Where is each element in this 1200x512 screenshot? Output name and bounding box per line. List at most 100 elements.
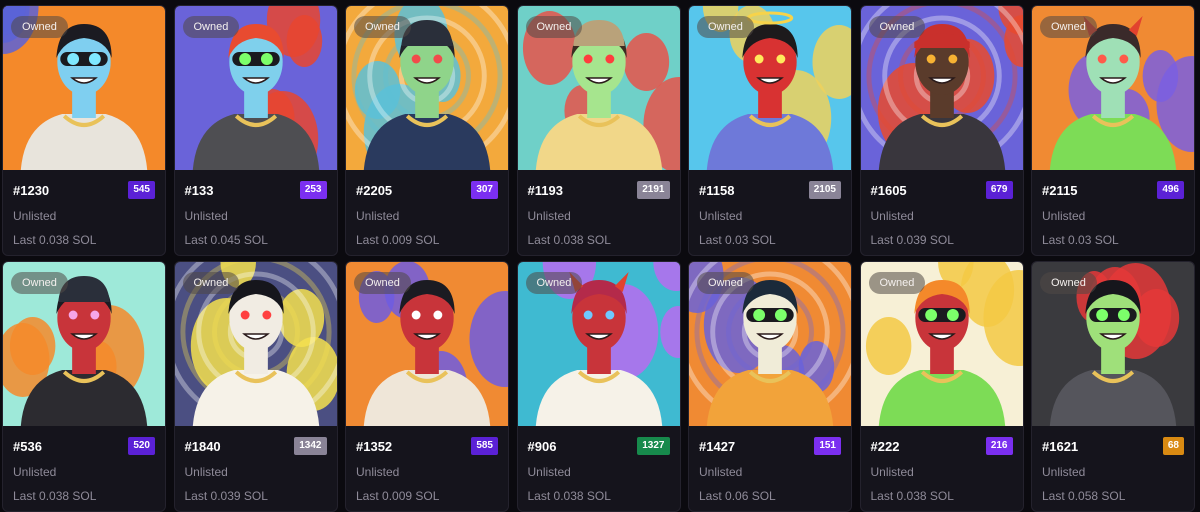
nft-card[interactable]: Owned #906 1327 Unlisted Last 0.038 SOL — [516, 261, 681, 512]
owned-badge: Owned — [697, 272, 754, 294]
card-header-row: #133 253 — [185, 180, 327, 200]
listing-status: Unlisted — [13, 465, 57, 479]
nft-number: #1840 — [184, 438, 221, 454]
card-info: #2115 496 Unlisted Last 0.03 SOL — [1032, 180, 1194, 247]
listing-status: Unlisted — [356, 209, 400, 223]
nft-card[interactable]: Owned #1427 151 Unlisted Last 0.06 SOL — [688, 261, 852, 512]
card-info: #2205 307 Unlisted Last 0.009 SOL — [346, 180, 508, 247]
card-header-row: #1230 545 — [13, 180, 155, 200]
owned-badge: Owned — [868, 272, 926, 294]
nft-number: #2205 — [356, 182, 393, 198]
card-info: #1193 2191 Unlisted Last 0.038 SOL — [518, 180, 680, 247]
owned-badge: Owned — [697, 16, 754, 38]
listing-status: Unlisted — [699, 465, 743, 479]
owned-badge: Owned — [1040, 16, 1097, 38]
nft-number: #1427 — [699, 438, 736, 454]
card-info: #1840 1342 Unlisted Last 0.039 SOL — [175, 436, 337, 503]
card-info: #1427 151 Unlisted Last 0.06 SOL — [689, 436, 851, 503]
nft-card[interactable]: Owned #222 216 Unlisted Last 0.038 SOL — [859, 261, 1024, 512]
nft-card[interactable]: Owned #1230 545 Unlisted Last 0.038 SOL — [2, 5, 166, 256]
listing-status: Unlisted — [699, 209, 743, 223]
last-sale-price: Last 0.038 SOL — [870, 489, 954, 503]
listing-status: Unlisted — [184, 209, 228, 223]
rank-badge: 307 — [471, 181, 498, 199]
card-info: #1605 679 Unlisted Last 0.039 SOL — [861, 180, 1023, 247]
nft-number: #1605 — [870, 182, 907, 198]
last-sale-price: Last 0.03 SOL — [699, 233, 776, 247]
rank-badge: 253 — [299, 181, 327, 199]
nft-card[interactable]: Owned #1840 1342 Unlisted Last 0.039 SOL — [173, 261, 338, 512]
last-sale-price: Last 0.045 SOL — [184, 233, 268, 247]
rank-badge: 216 — [985, 437, 1013, 455]
nft-card[interactable]: Owned #2205 307 Unlisted Last 0.009 SOL — [345, 5, 509, 256]
card-header-row: #1158 2105 — [699, 180, 841, 200]
nft-number: #1621 — [1042, 438, 1079, 454]
last-sale-price: Last 0.038 SOL — [13, 489, 97, 503]
listing-status: Unlisted — [13, 209, 57, 223]
nft-card[interactable]: Owned #1605 679 Unlisted Last 0.039 SOL — [859, 5, 1024, 256]
nft-card[interactable]: Owned #133 253 Unlisted Last 0.045 SOL — [173, 5, 338, 256]
card-header-row: #1427 151 — [699, 436, 841, 456]
card-header-row: #906 1327 — [528, 436, 670, 456]
owned-badge: Owned — [182, 16, 240, 38]
nft-card[interactable]: Owned #536 520 Unlisted Last 0.038 SOL — [2, 261, 166, 512]
rank-badge: 1342 — [294, 437, 327, 455]
card-info: #133 253 Unlisted Last 0.045 SOL — [175, 180, 337, 247]
nft-card[interactable]: Owned #2115 496 Unlisted Last 0.03 SOL — [1031, 5, 1195, 256]
nft-number: #2115 — [1042, 182, 1078, 198]
card-header-row: #2115 496 — [1042, 180, 1184, 200]
last-sale-price: Last 0.06 SOL — [699, 489, 776, 503]
card-info: #906 1327 Unlisted Last 0.038 SOL — [518, 436, 680, 503]
listing-status: Unlisted — [1042, 465, 1086, 479]
nft-number: #1193 — [527, 182, 563, 198]
rank-badge: 68 — [1162, 437, 1184, 455]
card-info: #1230 545 Unlisted Last 0.038 SOL — [3, 180, 165, 247]
listing-status: Unlisted — [870, 465, 914, 479]
card-header-row: #2205 307 — [356, 180, 498, 200]
listing-status: Unlisted — [527, 209, 571, 223]
nft-grid: Owned #1230 545 Unlisted Last 0.038 SOL … — [2, 5, 1195, 512]
listing-status: Unlisted — [527, 465, 571, 479]
nft-card[interactable]: Owned #1193 2191 Unlisted Last 0.038 SOL — [516, 5, 681, 256]
rank-badge: 496 — [1157, 181, 1184, 199]
card-header-row: #1193 2191 — [528, 180, 670, 200]
owned-badge: Owned — [11, 272, 68, 294]
rank-badge: 679 — [985, 181, 1013, 199]
last-sale-price: Last 0.058 SOL — [1042, 489, 1126, 503]
listing-status: Unlisted — [870, 209, 914, 223]
nft-card[interactable]: Owned #1352 585 Unlisted Last 0.009 SOL — [345, 261, 509, 512]
last-sale-price: Last 0.039 SOL — [184, 489, 268, 503]
card-info: #222 216 Unlisted Last 0.038 SOL — [861, 436, 1023, 503]
rank-badge: 2191 — [637, 181, 670, 199]
card-info: #1352 585 Unlisted Last 0.009 SOL — [346, 436, 508, 503]
owned-badge: Owned — [11, 16, 68, 38]
card-header-row: #1352 585 — [356, 436, 498, 456]
nft-number: #1230 — [13, 182, 50, 198]
rank-badge: 520 — [128, 437, 155, 455]
last-sale-price: Last 0.039 SOL — [870, 233, 954, 247]
owned-badge: Owned — [525, 16, 583, 38]
listing-status: Unlisted — [356, 465, 400, 479]
rank-badge: 545 — [128, 181, 155, 199]
rank-badge: 1327 — [637, 437, 670, 455]
nft-number: #1352 — [356, 438, 393, 454]
last-sale-price: Last 0.009 SOL — [356, 489, 440, 503]
listing-status: Unlisted — [184, 465, 228, 479]
owned-badge: Owned — [1040, 272, 1097, 294]
nft-card[interactable]: Owned #1621 68 Unlisted Last 0.058 SOL — [1031, 261, 1195, 512]
owned-badge: Owned — [525, 272, 583, 294]
nft-number: #536 — [13, 438, 42, 454]
last-sale-price: Last 0.038 SOL — [527, 233, 611, 247]
last-sale-price: Last 0.038 SOL — [527, 489, 611, 503]
card-info: #1158 2105 Unlisted Last 0.03 SOL — [689, 180, 851, 247]
listing-status: Unlisted — [1042, 209, 1086, 223]
nft-number: #222 — [870, 438, 900, 454]
rank-badge: 151 — [814, 437, 841, 455]
card-header-row: #222 216 — [871, 436, 1013, 456]
last-sale-price: Last 0.009 SOL — [356, 233, 440, 247]
card-info: #536 520 Unlisted Last 0.038 SOL — [3, 436, 165, 503]
rank-badge: 585 — [471, 437, 498, 455]
nft-card[interactable]: Owned #1158 2105 Unlisted Last 0.03 SOL — [688, 5, 852, 256]
card-header-row: #1621 68 — [1042, 436, 1184, 456]
nft-number: #133 — [184, 182, 214, 198]
